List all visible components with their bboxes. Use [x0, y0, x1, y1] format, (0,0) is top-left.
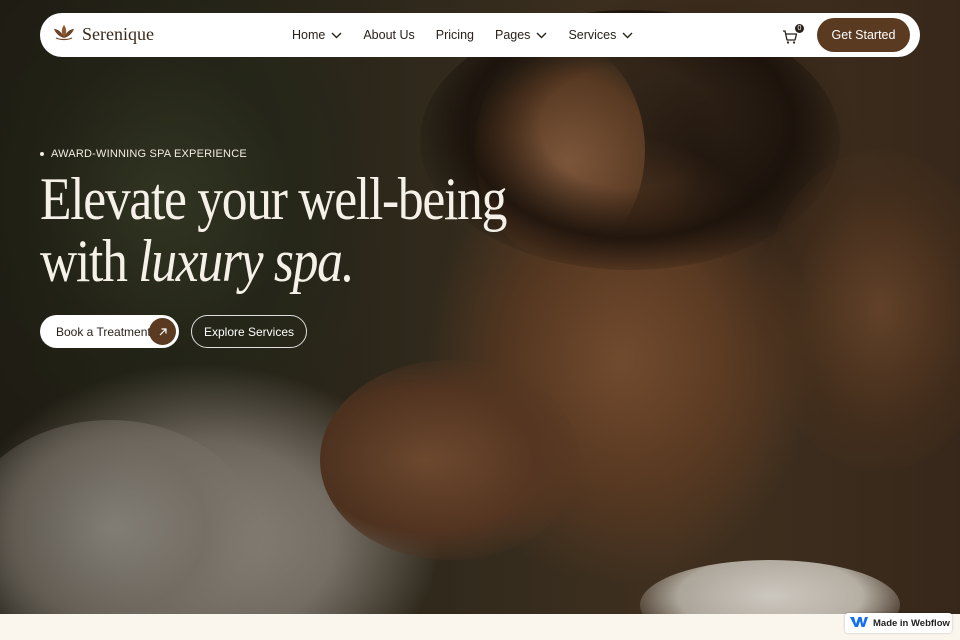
chevron-down-icon: [331, 28, 342, 42]
chevron-down-icon: [536, 28, 547, 42]
hero-eyebrow-text: AWARD-WINNING SPA EXPERIENCE: [51, 148, 247, 160]
webflow-logo-icon: [850, 616, 868, 631]
nav-item-services[interactable]: Services: [568, 28, 633, 42]
nav-item-home[interactable]: Home: [292, 28, 342, 42]
nav-item-pages[interactable]: Pages: [495, 28, 547, 42]
hero-headline-italic: luxury spa.: [138, 228, 354, 294]
top-navbar: Serenique Home About Us Pricing Pages Se…: [40, 13, 920, 57]
hero-eyebrow: AWARD-WINNING SPA EXPERIENCE: [40, 148, 247, 160]
cart-button[interactable]: 0: [782, 24, 804, 46]
hero-headline-plain: with: [40, 228, 139, 294]
nav-item-label: Pages: [494, 28, 531, 42]
nav-item-pricing[interactable]: Pricing: [436, 28, 474, 42]
hero-background-image: [0, 0, 960, 614]
chevron-down-icon: [622, 28, 633, 42]
nav-item-label: Services: [568, 28, 617, 42]
made-in-webflow-badge[interactable]: Made in Webflow: [845, 613, 952, 633]
main-nav: Home About Us Pricing Pages Services: [292, 13, 654, 57]
webflow-badge-label: Made in Webflow: [873, 617, 950, 629]
cart-count-badge: 0: [795, 24, 804, 33]
brand-logo[interactable]: Serenique: [52, 23, 154, 46]
hero-headline-line1: Elevate your well-being: [40, 166, 507, 232]
nav-item-label: Pricing: [435, 28, 474, 42]
nav-item-label: About Us: [363, 28, 415, 42]
hero-overlay: [0, 0, 960, 614]
book-treatment-label: Book a Treatment: [56, 324, 151, 339]
book-treatment-button[interactable]: Book a Treatment: [40, 315, 179, 348]
brand-name: Serenique: [82, 24, 154, 44]
get-started-button[interactable]: Get Started: [817, 18, 910, 52]
nav-item-about-us[interactable]: About Us: [363, 28, 414, 42]
bullet-dot-icon: [40, 152, 44, 156]
hero-headline-line2: with luxury spa.: [40, 230, 506, 292]
nav-item-label: Home: [292, 28, 326, 42]
explore-services-button[interactable]: Explore Services: [191, 315, 307, 348]
arrow-up-right-icon: [149, 318, 176, 345]
hero-headline: Elevate your well-being with luxury spa.: [40, 166, 507, 292]
lotus-logo-icon: [52, 23, 76, 46]
